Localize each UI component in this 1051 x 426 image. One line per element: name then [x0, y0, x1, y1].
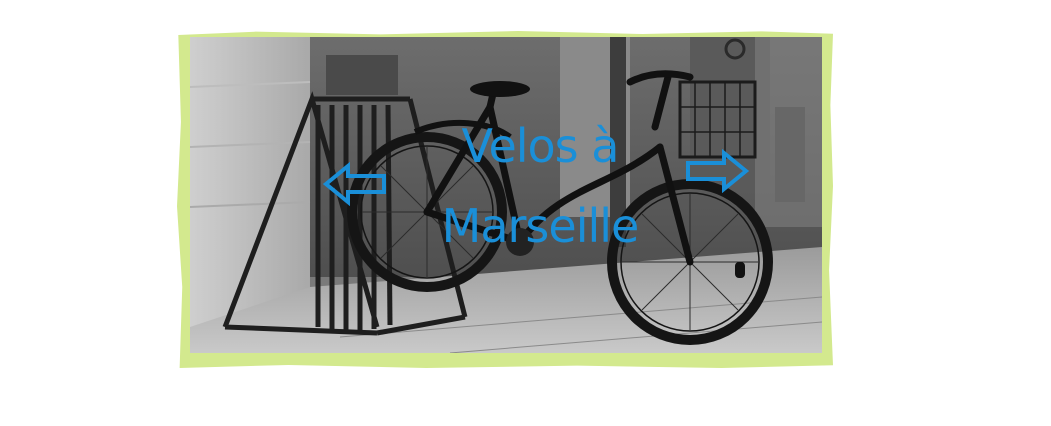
- banner-title-line-1: Velos à: [461, 119, 620, 173]
- previous-arrow-button[interactable]: [322, 162, 388, 206]
- next-arrow-button[interactable]: [684, 149, 750, 193]
- banner-title: Velos à Marseille: [400, 106, 680, 266]
- arrow-left-outline-icon: [322, 162, 386, 206]
- banner-title-line-2: Marseille: [441, 199, 640, 253]
- arrow-right-outline-icon: [686, 149, 750, 193]
